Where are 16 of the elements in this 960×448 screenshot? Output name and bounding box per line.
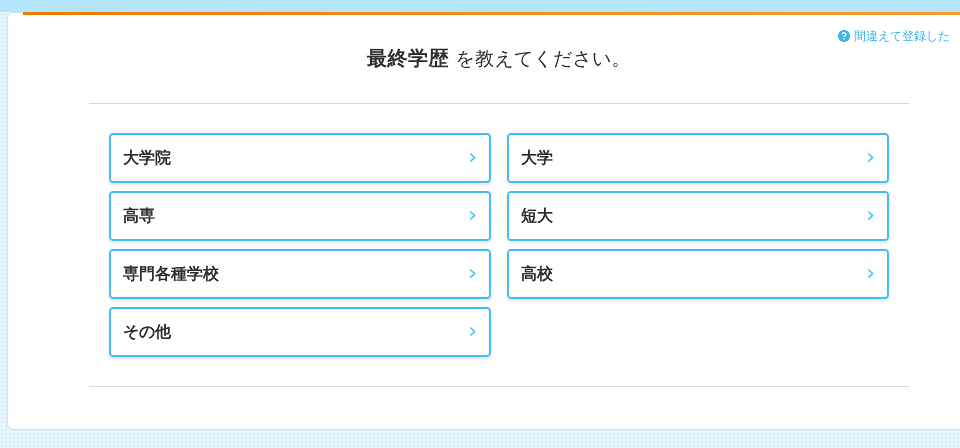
chevron-icon: › (468, 263, 477, 285)
option-button[interactable]: 短大 › (507, 191, 889, 241)
chevron-icon: › (866, 263, 875, 285)
question-title: 最終学歴 を教えてください。 (366, 44, 632, 72)
chevron-icon: › (866, 147, 875, 169)
option-button[interactable]: 大学院 › (109, 133, 491, 183)
option-button[interactable]: 専門各種学校 › (109, 249, 491, 299)
option-button[interactable]: 大学 › (507, 133, 889, 183)
option-button[interactable]: 高専 › (109, 191, 491, 241)
chevron-icon: › (468, 321, 477, 343)
chevron-icon: › (468, 147, 477, 169)
option-button[interactable]: 高校 › (507, 249, 889, 299)
chevron-icon: › (866, 205, 875, 227)
question-icon (838, 30, 850, 42)
chevron-icon: › (468, 205, 477, 227)
option-button[interactable]: その他 › (109, 307, 491, 357)
